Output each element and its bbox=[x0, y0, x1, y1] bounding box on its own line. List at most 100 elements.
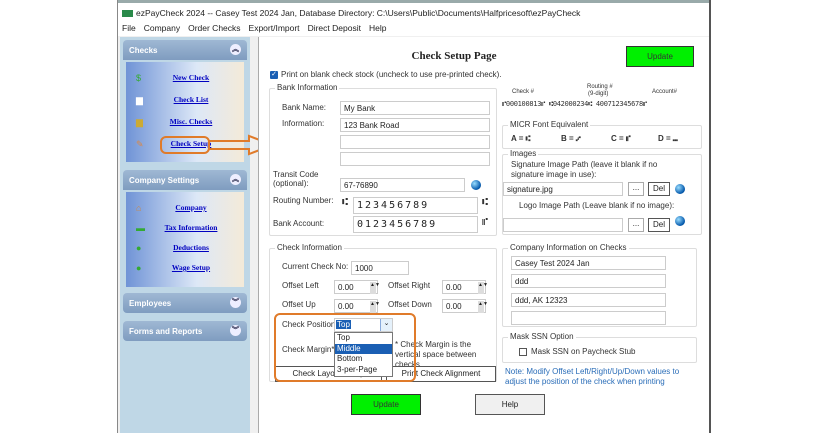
menu-help[interactable]: Help bbox=[369, 23, 386, 33]
routing-input[interactable]: 123456789 bbox=[353, 197, 478, 214]
blank-stock-checkbox[interactable]: ✓ bbox=[270, 71, 278, 79]
menu-company[interactable]: Company bbox=[144, 23, 180, 33]
offset-up-stepper[interactable]: 0.00 ▲▼ bbox=[334, 299, 380, 313]
section-title: Employees bbox=[129, 299, 172, 308]
update-button[interactable]: Update bbox=[351, 394, 421, 415]
images-group: Images Signature Image Path (leave it bl… bbox=[502, 149, 702, 235]
micr-sample: Check # Routing # (9-digit) Account# ⑈00… bbox=[502, 84, 707, 115]
highlight-box bbox=[160, 136, 210, 154]
help-globe-icon[interactable] bbox=[471, 180, 481, 190]
group-legend: MICR Font Equivalent bbox=[508, 120, 591, 129]
sidebar-item-check-list[interactable]: ▆ Check List bbox=[126, 94, 244, 108]
group-legend: Mask SSN Option bbox=[508, 332, 576, 341]
signature-browse-button[interactable]: ... bbox=[628, 182, 644, 196]
routing-label: Routing Number: bbox=[273, 196, 334, 205]
help-globe-icon[interactable] bbox=[675, 184, 685, 194]
info-line1-input[interactable]: 123 Bank Road bbox=[340, 118, 490, 132]
micr-d: D = ⑉ bbox=[658, 134, 678, 143]
account-input[interactable]: 0123456789 bbox=[353, 216, 478, 233]
value: 0.00 bbox=[338, 302, 354, 311]
account-num-label: Account# bbox=[652, 89, 678, 95]
logo-path-input[interactable] bbox=[503, 218, 623, 232]
dollar-icon: $ bbox=[136, 73, 142, 83]
checks-section-header[interactable]: Checks ︽ bbox=[123, 40, 247, 60]
sidebar-item-company[interactable]: ⌂ Company bbox=[126, 202, 244, 216]
spin-icon[interactable]: ▲▼ bbox=[478, 301, 488, 313]
transit-input[interactable]: 67-76890 bbox=[340, 178, 465, 192]
company-address1-input[interactable]: ddd bbox=[511, 274, 666, 288]
deductions-link[interactable]: Deductions bbox=[156, 243, 226, 252]
offset-up-label: Offset Up bbox=[282, 300, 316, 309]
company-link[interactable]: Company bbox=[156, 203, 226, 212]
bank-name-input[interactable]: My Bank bbox=[340, 101, 490, 115]
sidebar-item-new-check[interactable]: $ New Check bbox=[126, 72, 244, 86]
group-legend: Company Information on Checks bbox=[508, 243, 629, 252]
check-list-link[interactable]: Check List bbox=[156, 95, 226, 104]
help-globe-icon[interactable] bbox=[675, 216, 685, 226]
menu-direct-deposit[interactable]: Direct Deposit bbox=[308, 23, 361, 33]
spin-icon[interactable]: ▲▼ bbox=[478, 282, 488, 294]
info-line2-input[interactable] bbox=[340, 135, 490, 149]
folder-icon: ▆ bbox=[136, 117, 143, 127]
current-check-label: Current Check No: bbox=[282, 262, 349, 271]
offset-left-label: Offset Left bbox=[282, 281, 319, 290]
transit-label: Transit Code bbox=[273, 170, 319, 179]
section-title: Forms and Reports bbox=[129, 327, 203, 336]
sidebar-item-deductions[interactable]: ● Deductions bbox=[126, 242, 244, 256]
collapse-icon[interactable]: ︽ bbox=[230, 44, 241, 55]
app-icon bbox=[122, 10, 133, 17]
check-num-label: Check # bbox=[512, 89, 535, 95]
new-check-link[interactable]: New Check bbox=[156, 73, 226, 82]
bank-name-label: Bank Name: bbox=[282, 103, 327, 112]
company-name-input[interactable]: Casey Test 2024 Jan bbox=[511, 256, 666, 270]
expand-icon[interactable]: ︾ bbox=[230, 297, 241, 308]
company-address2-input[interactable]: ddd, AK 12323 bbox=[511, 293, 666, 307]
sidebar-item-wage-setup[interactable]: ● Wage Setup bbox=[126, 262, 244, 276]
highlight-box bbox=[274, 313, 416, 382]
wrench-icon: ✎ bbox=[136, 139, 144, 149]
company-settings-header[interactable]: Company Settings ︽ bbox=[123, 170, 247, 190]
misc-checks-link[interactable]: Misc. Checks bbox=[156, 117, 226, 126]
menu-export-import[interactable]: Export/Import bbox=[249, 23, 300, 33]
spin-icon[interactable]: ▲▼ bbox=[370, 282, 380, 294]
signature-path-label: Signature Image Path (leave it blank if … bbox=[511, 160, 658, 179]
current-check-input[interactable]: 1000 bbox=[351, 261, 409, 275]
section-title: Company Settings bbox=[129, 176, 200, 185]
employees-header[interactable]: Employees ︾ bbox=[123, 293, 247, 313]
wage-setup-link[interactable]: Wage Setup bbox=[156, 263, 226, 272]
menu-file[interactable]: File bbox=[122, 23, 136, 33]
update-button-top[interactable]: Update bbox=[626, 46, 694, 67]
group-legend: Bank Information bbox=[275, 83, 340, 92]
sidebar: Checks ︽ $ New Check ▆ Check List ▆ Misc. Ch… bbox=[120, 37, 250, 433]
info-line3-input[interactable] bbox=[340, 152, 490, 166]
group-legend: Check Information bbox=[275, 243, 344, 252]
help-button[interactable]: Help bbox=[475, 394, 545, 415]
menu-order-checks[interactable]: Order Checks bbox=[188, 23, 240, 33]
tax-link[interactable]: Tax Information bbox=[156, 223, 226, 232]
sidebar-item-tax[interactable]: ▬ Tax Information bbox=[126, 222, 244, 236]
mask-ssn-checkbox[interactable] bbox=[519, 348, 527, 356]
signature-path-input[interactable]: signature.jpg bbox=[503, 182, 623, 196]
signature-delete-button[interactable]: Del bbox=[648, 182, 670, 196]
mask-ssn-group: Mask SSN Option Mask SSN on Paycheck Stu… bbox=[502, 332, 697, 363]
forms-reports-header[interactable]: Forms and Reports ︾ bbox=[123, 321, 247, 341]
bank-info-group: Bank Information Bank Name: My Bank Info… bbox=[269, 83, 497, 236]
micr-b: B = ⑇ bbox=[561, 134, 581, 143]
company-address3-input[interactable] bbox=[511, 311, 666, 325]
logo-delete-button[interactable]: Del bbox=[648, 218, 670, 232]
collapse-icon[interactable]: ︽ bbox=[230, 174, 241, 185]
info-label: Information: bbox=[282, 119, 325, 128]
value: 0.00 bbox=[446, 283, 462, 292]
transit-label-2: (optional): bbox=[273, 179, 309, 188]
mask-ssn-label: Mask SSN on Paycheck Stub bbox=[531, 347, 636, 356]
expand-icon[interactable]: ︾ bbox=[230, 325, 241, 336]
value: 0.00 bbox=[338, 283, 354, 292]
sidebar-item-misc-checks[interactable]: ▆ Misc. Checks bbox=[126, 116, 244, 130]
offset-left-stepper[interactable]: 0.00 ▲▼ bbox=[334, 280, 380, 294]
offset-down-stepper[interactable]: 0.00 ▲▼ bbox=[442, 299, 488, 313]
document-icon: ▆ bbox=[136, 95, 143, 105]
offset-down-label: Offset Down bbox=[388, 300, 432, 309]
offset-right-stepper[interactable]: 0.00 ▲▼ bbox=[442, 280, 488, 294]
spin-icon[interactable]: ▲▼ bbox=[370, 301, 380, 313]
logo-browse-button[interactable]: ... bbox=[628, 218, 644, 232]
